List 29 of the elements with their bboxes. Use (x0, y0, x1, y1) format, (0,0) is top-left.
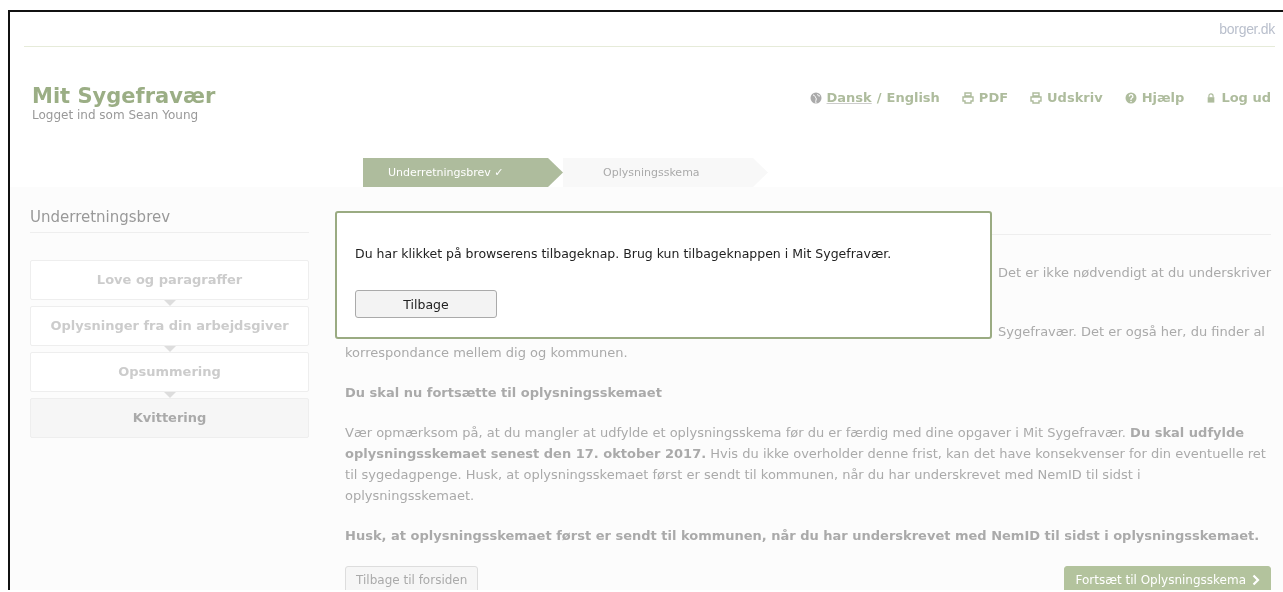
language-link[interactable]: Dansk (826, 90, 872, 105)
brand-logo-text[interactable]: borger.dk (1219, 21, 1275, 37)
header-link[interactable]: Hjælp (1141, 90, 1185, 105)
globe-icon (809, 91, 822, 104)
continue-button[interactable]: Fortsæt til Oplysningsskema (1064, 566, 1271, 590)
lock-icon (1206, 91, 1217, 104)
logged-in-text: Logget ind som Sean Young (32, 108, 200, 122)
step-tab[interactable]: Oplysningsskema (563, 158, 768, 187)
help-icon (1124, 91, 1137, 104)
header-link[interactable]: Udskriv (1047, 90, 1103, 105)
chevron-right-icon (1252, 574, 1260, 586)
separator-text: / (876, 90, 882, 105)
dialog-message: Du har klikket på browserens tilbageknap. Brug kun tilbageknappen i Mit Sygefravær. (355, 245, 893, 263)
notice-text: Husk, at oplysningsskemaet først er sendt til kommunen, når du har underskrevet med NemID til sidst i oplysningsskemaet. (345, 527, 1261, 545)
body-text: Det er ikke nødvendigt at du underskriver (997, 264, 1271, 282)
step-tab[interactable]: Underretningsbrev ✓ (363, 158, 563, 187)
back-to-front-button[interactable]: Tilbage til forsiden (345, 566, 479, 590)
section-heading: Du skal nu fortsætte til oplysningsskemaet (345, 384, 663, 402)
language-link[interactable]: English (886, 90, 940, 105)
header-link[interactable]: Log ud (1221, 90, 1271, 105)
printer-icon (1030, 91, 1043, 104)
body-text: Sygefravær. Det er også her, du finder al (997, 323, 1266, 341)
app-title: Mit Sygefravær (32, 84, 216, 108)
header-link[interactable]: PDF (978, 90, 1009, 105)
printer-icon (961, 91, 974, 104)
body-text: korrespondance mellem dig og kommunen. (345, 344, 629, 362)
sidebar-title: Underretningsbrev (30, 208, 310, 233)
back-button[interactable]: Tilbage (355, 290, 498, 318)
sidebar-item[interactable]: Kvittering (30, 398, 310, 438)
